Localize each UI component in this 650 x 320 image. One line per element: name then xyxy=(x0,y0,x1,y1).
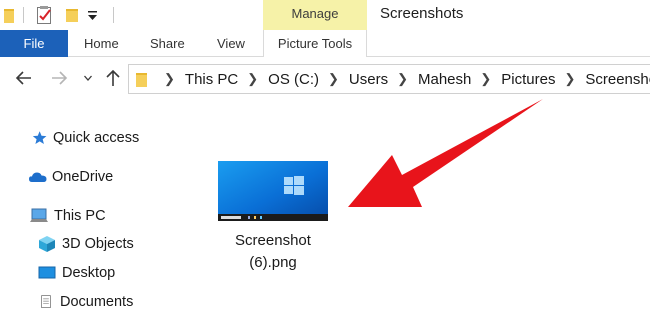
chevron-right-icon[interactable]: ❯ xyxy=(480,71,491,87)
properties-icon[interactable] xyxy=(37,6,53,24)
document-icon xyxy=(41,295,51,308)
chevron-right-icon[interactable]: ❯ xyxy=(164,71,175,87)
chevron-right-icon[interactable]: ❯ xyxy=(247,71,258,87)
tab-picture-tools[interactable]: Picture Tools xyxy=(263,30,367,57)
nav-item-label: Documents xyxy=(60,294,134,310)
navigation-pane: Quick access OneDrive This PC 3D Objects… xyxy=(0,99,190,320)
nav-item-label: OneDrive xyxy=(52,169,114,185)
file-name-line1: Screenshot xyxy=(235,232,311,249)
file-name: Screenshot (6).png xyxy=(210,230,336,274)
tab-file[interactable]: File xyxy=(0,30,68,57)
nav-item-desktop[interactable]: Desktop xyxy=(38,260,115,286)
nav-item-onedrive[interactable]: OneDrive xyxy=(28,164,113,190)
file-list-pane: Screenshot (6).png xyxy=(190,99,650,320)
chevron-right-icon[interactable]: ❯ xyxy=(564,71,575,87)
window-title: Screenshots xyxy=(380,5,464,22)
nav-item-quick-access[interactable]: Quick access xyxy=(32,125,139,151)
breadcrumb: ❯ This PC ❯ OS (C:) ❯ Users ❯ Mahesh ❯ P… xyxy=(155,65,650,93)
annotation-arrow-icon xyxy=(348,99,543,207)
file-thumbnail xyxy=(218,161,328,221)
nav-item-label: Quick access xyxy=(53,130,140,146)
new-folder-icon[interactable] xyxy=(66,8,78,22)
cube-icon xyxy=(39,236,55,252)
folder-icon[interactable] xyxy=(4,8,14,23)
recent-locations-chevron-icon[interactable] xyxy=(84,74,92,82)
breadcrumb-os-c[interactable]: OS (C:) xyxy=(268,71,319,88)
nav-item-this-pc[interactable]: This PC xyxy=(30,203,106,229)
nav-item-3d-objects[interactable]: 3D Objects xyxy=(38,231,134,257)
forward-arrow-icon[interactable] xyxy=(50,69,68,87)
ribbon-tabs: File Home Share View Picture Tools xyxy=(0,30,650,57)
navigation-row: ❯ This PC ❯ OS (C:) ❯ Users ❯ Mahesh ❯ P… xyxy=(0,57,650,99)
nav-item-label: Desktop xyxy=(62,265,116,281)
tab-view[interactable]: View xyxy=(217,30,245,57)
up-arrow-icon[interactable] xyxy=(104,69,122,87)
breadcrumb-screenshots[interactable]: Screenshots xyxy=(585,71,650,88)
computer-icon xyxy=(30,208,48,222)
breadcrumb-this-pc[interactable]: This PC xyxy=(185,71,238,88)
breadcrumb-pictures[interactable]: Pictures xyxy=(501,71,555,88)
chevron-right-icon[interactable]: ❯ xyxy=(397,71,408,87)
desktop-icon xyxy=(38,266,56,279)
chevron-right-icon[interactable]: ❯ xyxy=(328,71,339,87)
nav-item-label: 3D Objects xyxy=(62,236,134,252)
nav-item-documents[interactable]: Documents xyxy=(40,289,133,315)
title-bar: Manage Screenshots xyxy=(0,0,650,30)
tab-share[interactable]: Share xyxy=(150,30,185,57)
folder-icon xyxy=(136,73,147,87)
customize-arrow-icon[interactable] xyxy=(88,11,97,21)
nav-item-label: This PC xyxy=(54,208,106,224)
star-icon xyxy=(32,131,47,144)
breadcrumb-users[interactable]: Users xyxy=(349,71,388,88)
address-bar[interactable]: ❯ This PC ❯ OS (C:) ❯ Users ❯ Mahesh ❯ P… xyxy=(128,64,650,94)
file-name-line2: (6).png xyxy=(249,254,297,271)
qat-divider xyxy=(23,7,24,23)
tab-home[interactable]: Home xyxy=(84,30,119,57)
cloud-icon xyxy=(29,172,47,182)
back-arrow-icon[interactable] xyxy=(15,69,33,87)
manage-context-tab[interactable]: Manage xyxy=(263,0,367,30)
qat-divider xyxy=(113,7,114,23)
breadcrumb-mahesh[interactable]: Mahesh xyxy=(418,71,471,88)
